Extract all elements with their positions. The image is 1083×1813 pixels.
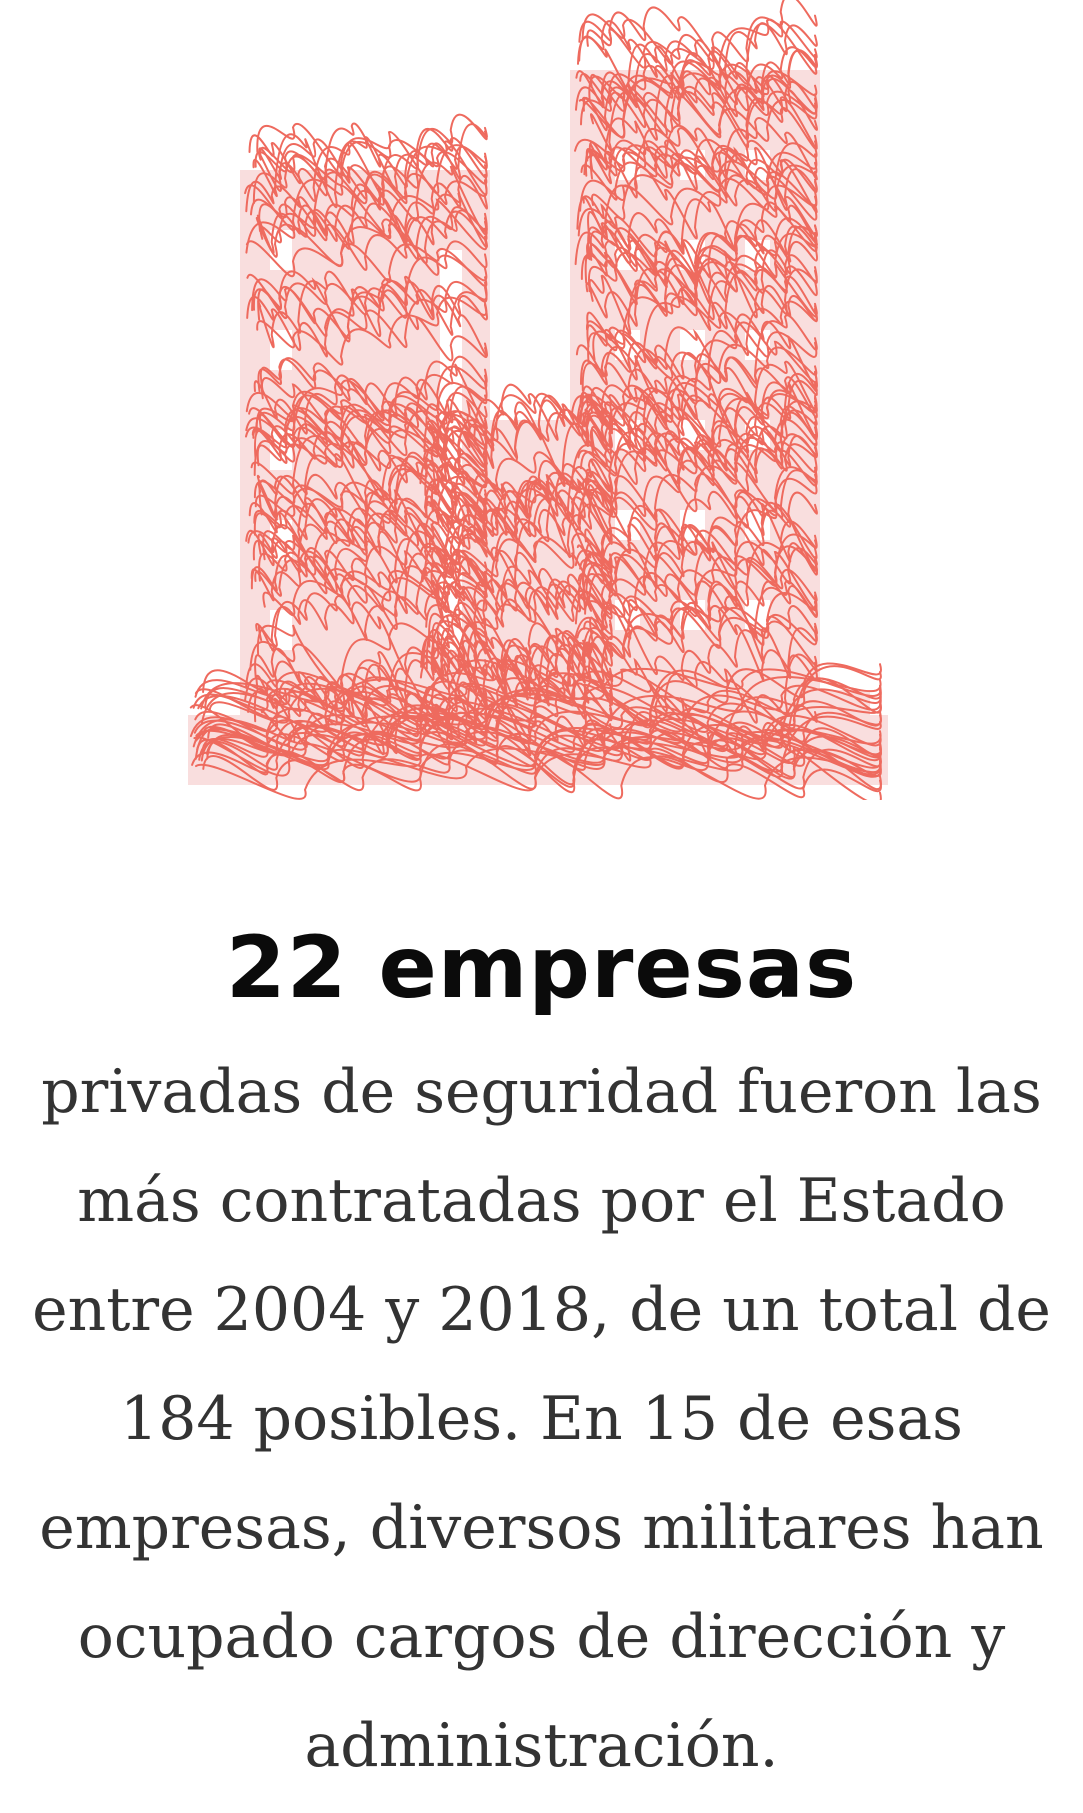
description-line: privadas de seguridad fueron las: [41, 1057, 1042, 1127]
headline-stat: 22 empresas: [225, 918, 858, 1018]
description-line: administración.: [304, 1711, 779, 1781]
scribbled-buildings-icon: [188, 0, 888, 800]
description-paragraph: privadas de seguridad fueron las más con…: [0, 1038, 1083, 1801]
buildings-illustration: [170, 0, 910, 800]
description-line: más contratadas por el Estado: [77, 1166, 1006, 1236]
description-line: entre 2004 y 2018, de un total de: [32, 1275, 1051, 1345]
description-line: ocupado cargos de dirección y: [77, 1602, 1006, 1672]
description-line: 184 posibles. En 15 de esas: [120, 1384, 963, 1454]
description-line: empresas, diversos militares han: [39, 1493, 1044, 1563]
